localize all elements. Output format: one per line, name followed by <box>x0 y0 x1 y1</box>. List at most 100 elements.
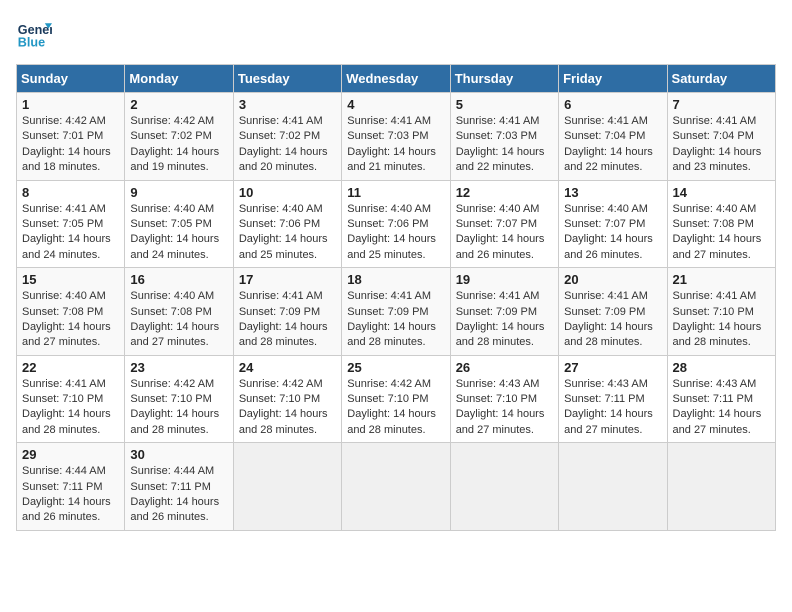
day-info: Sunrise: 4:40 AMSunset: 7:08 PMDaylight:… <box>22 290 111 348</box>
day-info: Sunrise: 4:42 AMSunset: 7:02 PMDaylight:… <box>130 115 219 173</box>
table-row <box>342 443 450 531</box>
day-info: Sunrise: 4:40 AMSunset: 7:08 PMDaylight:… <box>673 203 762 261</box>
day-number: 10 <box>239 185 336 200</box>
day-number: 21 <box>673 272 770 287</box>
day-number: 8 <box>22 185 119 200</box>
day-info: Sunrise: 4:41 AMSunset: 7:10 PMDaylight:… <box>22 378 111 436</box>
day-number: 24 <box>239 360 336 375</box>
day-number: 11 <box>347 185 444 200</box>
table-row: 16 Sunrise: 4:40 AMSunset: 7:08 PMDaylig… <box>125 268 233 356</box>
day-info: Sunrise: 4:41 AMSunset: 7:03 PMDaylight:… <box>347 115 436 173</box>
day-info: Sunrise: 4:43 AMSunset: 7:11 PMDaylight:… <box>673 378 762 436</box>
day-info: Sunrise: 4:41 AMSunset: 7:05 PMDaylight:… <box>22 203 111 261</box>
day-number: 15 <box>22 272 119 287</box>
header-friday: Friday <box>559 65 667 93</box>
table-row: 22 Sunrise: 4:41 AMSunset: 7:10 PMDaylig… <box>17 355 125 443</box>
day-number: 14 <box>673 185 770 200</box>
day-info: Sunrise: 4:41 AMSunset: 7:10 PMDaylight:… <box>673 290 762 348</box>
table-row <box>667 443 775 531</box>
table-row: 19 Sunrise: 4:41 AMSunset: 7:09 PMDaylig… <box>450 268 558 356</box>
table-row: 13 Sunrise: 4:40 AMSunset: 7:07 PMDaylig… <box>559 180 667 268</box>
day-number: 1 <box>22 97 119 112</box>
day-info: Sunrise: 4:41 AMSunset: 7:04 PMDaylight:… <box>564 115 653 173</box>
day-info: Sunrise: 4:42 AMSunset: 7:10 PMDaylight:… <box>347 378 436 436</box>
day-info: Sunrise: 4:41 AMSunset: 7:09 PMDaylight:… <box>239 290 328 348</box>
table-row: 5 Sunrise: 4:41 AMSunset: 7:03 PMDayligh… <box>450 93 558 181</box>
day-info: Sunrise: 4:41 AMSunset: 7:03 PMDaylight:… <box>456 115 545 173</box>
table-row <box>559 443 667 531</box>
day-number: 5 <box>456 97 553 112</box>
calendar-week-row: 22 Sunrise: 4:41 AMSunset: 7:10 PMDaylig… <box>17 355 776 443</box>
day-info: Sunrise: 4:40 AMSunset: 7:07 PMDaylight:… <box>456 203 545 261</box>
logo: General Blue <box>16 16 52 52</box>
day-number: 30 <box>130 447 227 462</box>
day-number: 9 <box>130 185 227 200</box>
table-row: 4 Sunrise: 4:41 AMSunset: 7:03 PMDayligh… <box>342 93 450 181</box>
day-info: Sunrise: 4:41 AMSunset: 7:09 PMDaylight:… <box>347 290 436 348</box>
weekday-header-row: Sunday Monday Tuesday Wednesday Thursday… <box>17 65 776 93</box>
table-row: 6 Sunrise: 4:41 AMSunset: 7:04 PMDayligh… <box>559 93 667 181</box>
day-info: Sunrise: 4:40 AMSunset: 7:07 PMDaylight:… <box>564 203 653 261</box>
day-number: 28 <box>673 360 770 375</box>
day-info: Sunrise: 4:42 AMSunset: 7:10 PMDaylight:… <box>130 378 219 436</box>
table-row <box>233 443 341 531</box>
day-number: 22 <box>22 360 119 375</box>
day-number: 29 <box>22 447 119 462</box>
table-row: 21 Sunrise: 4:41 AMSunset: 7:10 PMDaylig… <box>667 268 775 356</box>
header-monday: Monday <box>125 65 233 93</box>
header-thursday: Thursday <box>450 65 558 93</box>
table-row: 9 Sunrise: 4:40 AMSunset: 7:05 PMDayligh… <box>125 180 233 268</box>
table-row: 28 Sunrise: 4:43 AMSunset: 7:11 PMDaylig… <box>667 355 775 443</box>
day-number: 25 <box>347 360 444 375</box>
table-row: 17 Sunrise: 4:41 AMSunset: 7:09 PMDaylig… <box>233 268 341 356</box>
calendar-week-row: 8 Sunrise: 4:41 AMSunset: 7:05 PMDayligh… <box>17 180 776 268</box>
page-header: General Blue <box>16 16 776 52</box>
day-number: 23 <box>130 360 227 375</box>
day-number: 17 <box>239 272 336 287</box>
day-info: Sunrise: 4:43 AMSunset: 7:11 PMDaylight:… <box>564 378 653 436</box>
day-number: 6 <box>564 97 661 112</box>
calendar-week-row: 1 Sunrise: 4:42 AMSunset: 7:01 PMDayligh… <box>17 93 776 181</box>
day-number: 13 <box>564 185 661 200</box>
day-info: Sunrise: 4:40 AMSunset: 7:06 PMDaylight:… <box>347 203 436 261</box>
day-info: Sunrise: 4:40 AMSunset: 7:05 PMDaylight:… <box>130 203 219 261</box>
day-info: Sunrise: 4:40 AMSunset: 7:06 PMDaylight:… <box>239 203 328 261</box>
table-row: 24 Sunrise: 4:42 AMSunset: 7:10 PMDaylig… <box>233 355 341 443</box>
day-info: Sunrise: 4:44 AMSunset: 7:11 PMDaylight:… <box>130 465 219 523</box>
day-number: 27 <box>564 360 661 375</box>
header-wednesday: Wednesday <box>342 65 450 93</box>
table-row: 10 Sunrise: 4:40 AMSunset: 7:06 PMDaylig… <box>233 180 341 268</box>
calendar-week-row: 29 Sunrise: 4:44 AMSunset: 7:11 PMDaylig… <box>17 443 776 531</box>
header-saturday: Saturday <box>667 65 775 93</box>
table-row: 3 Sunrise: 4:41 AMSunset: 7:02 PMDayligh… <box>233 93 341 181</box>
table-row: 7 Sunrise: 4:41 AMSunset: 7:04 PMDayligh… <box>667 93 775 181</box>
day-info: Sunrise: 4:41 AMSunset: 7:04 PMDaylight:… <box>673 115 762 173</box>
table-row: 29 Sunrise: 4:44 AMSunset: 7:11 PMDaylig… <box>17 443 125 531</box>
day-number: 4 <box>347 97 444 112</box>
table-row: 26 Sunrise: 4:43 AMSunset: 7:10 PMDaylig… <box>450 355 558 443</box>
day-info: Sunrise: 4:44 AMSunset: 7:11 PMDaylight:… <box>22 465 111 523</box>
table-row <box>450 443 558 531</box>
day-number: 3 <box>239 97 336 112</box>
day-number: 12 <box>456 185 553 200</box>
day-info: Sunrise: 4:42 AMSunset: 7:10 PMDaylight:… <box>239 378 328 436</box>
table-row: 1 Sunrise: 4:42 AMSunset: 7:01 PMDayligh… <box>17 93 125 181</box>
table-row: 12 Sunrise: 4:40 AMSunset: 7:07 PMDaylig… <box>450 180 558 268</box>
day-info: Sunrise: 4:43 AMSunset: 7:10 PMDaylight:… <box>456 378 545 436</box>
day-number: 7 <box>673 97 770 112</box>
calendar-table: Sunday Monday Tuesday Wednesday Thursday… <box>16 64 776 531</box>
table-row: 25 Sunrise: 4:42 AMSunset: 7:10 PMDaylig… <box>342 355 450 443</box>
day-number: 18 <box>347 272 444 287</box>
table-row: 2 Sunrise: 4:42 AMSunset: 7:02 PMDayligh… <box>125 93 233 181</box>
table-row: 8 Sunrise: 4:41 AMSunset: 7:05 PMDayligh… <box>17 180 125 268</box>
table-row: 27 Sunrise: 4:43 AMSunset: 7:11 PMDaylig… <box>559 355 667 443</box>
header-sunday: Sunday <box>17 65 125 93</box>
day-number: 20 <box>564 272 661 287</box>
day-info: Sunrise: 4:41 AMSunset: 7:09 PMDaylight:… <box>564 290 653 348</box>
svg-text:Blue: Blue <box>18 36 45 50</box>
table-row: 14 Sunrise: 4:40 AMSunset: 7:08 PMDaylig… <box>667 180 775 268</box>
header-tuesday: Tuesday <box>233 65 341 93</box>
table-row: 20 Sunrise: 4:41 AMSunset: 7:09 PMDaylig… <box>559 268 667 356</box>
day-number: 16 <box>130 272 227 287</box>
calendar-week-row: 15 Sunrise: 4:40 AMSunset: 7:08 PMDaylig… <box>17 268 776 356</box>
